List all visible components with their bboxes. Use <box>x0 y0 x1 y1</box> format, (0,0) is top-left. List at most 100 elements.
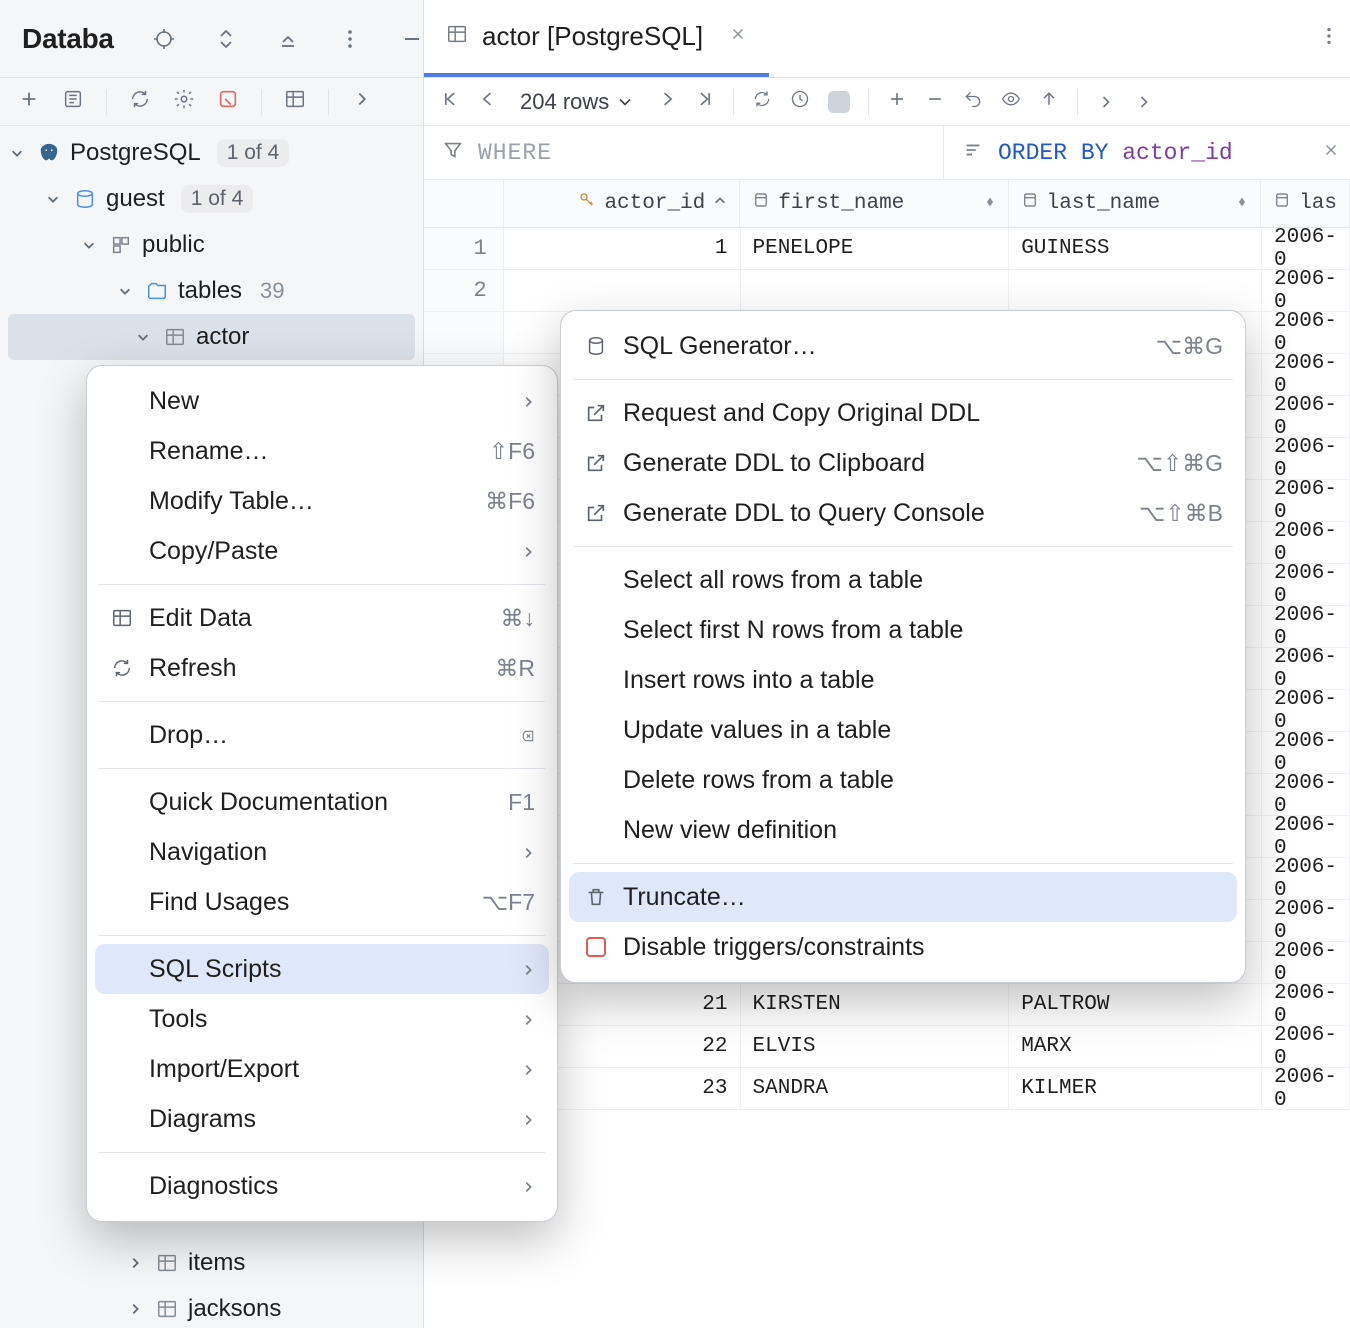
cell-last-name[interactable] <box>1009 270 1262 311</box>
where-filter[interactable]: WHERE <box>424 126 944 179</box>
rollback-icon[interactable] <box>963 89 983 115</box>
tree-table-jacksons[interactable]: jacksons <box>0 1286 281 1332</box>
submenu-select-first-n[interactable]: Select first N rows from a table <box>569 605 1237 655</box>
clear-orderby-icon[interactable] <box>1322 141 1340 165</box>
cell-first-name[interactable] <box>741 270 1010 311</box>
cell-last-update[interactable]: 2006-0 <box>1262 900 1350 941</box>
submenu-disable-triggers[interactable]: Disable triggers/constraints <box>569 922 1237 972</box>
table-row[interactable]: 21KIRSTENPALTROW2006-0 <box>424 984 1350 1026</box>
add-icon[interactable] <box>18 88 40 116</box>
cell-last-update[interactable]: 2006-0 <box>1262 1026 1350 1067</box>
menu-edit-data[interactable]: Edit Data⌘↓ <box>95 593 549 643</box>
submenu-truncate[interactable]: Truncate… <box>569 872 1237 922</box>
cell-actor-id[interactable]: 1 <box>504 228 741 269</box>
cell-last-update[interactable]: 2006-0 <box>1262 648 1350 689</box>
tree-database[interactable]: guest 1 of 4 <box>0 176 423 222</box>
cell-first-name[interactable]: ELVIS <box>741 1026 1010 1067</box>
col-last-update[interactable]: las <box>1261 180 1350 227</box>
menu-diagnostics[interactable]: Diagnostics <box>95 1161 549 1211</box>
cell-last-update[interactable]: 2006-0 <box>1262 774 1350 815</box>
menu-new[interactable]: New <box>95 376 549 426</box>
tree-table-items[interactable]: items <box>0 1240 281 1286</box>
menu-drop[interactable]: Drop… <box>95 710 549 760</box>
menu-copypaste[interactable]: Copy/Paste <box>95 526 549 576</box>
cell-last-update[interactable]: 2006-0 <box>1262 984 1350 1025</box>
table-icon[interactable] <box>284 88 306 116</box>
preview-icon[interactable] <box>1001 89 1021 115</box>
rowcount-dropdown[interactable]: 204 rows <box>516 89 639 115</box>
col-last-name[interactable]: last_name <box>1009 180 1262 227</box>
last-page-icon[interactable] <box>695 89 715 115</box>
orderby-filter[interactable]: ORDER BY actor_id <box>944 126 1350 179</box>
menu-refresh[interactable]: Refresh⌘R <box>95 643 549 693</box>
cell-last-update[interactable]: 2006-0 <box>1262 522 1350 563</box>
tree-tables-group[interactable]: tables 39 <box>0 268 423 314</box>
menu-navigation[interactable]: Navigation <box>95 827 549 877</box>
scroll-left-icon[interactable] <box>1096 92 1116 112</box>
col-first-name[interactable]: first_name <box>740 180 1008 227</box>
submenu-ddl-clipboard[interactable]: Generate DDL to Clipboard⌥⇧⌘G <box>569 438 1237 488</box>
cell-last-update[interactable]: 2006-0 <box>1262 354 1350 395</box>
corner-cell[interactable] <box>424 180 504 227</box>
cell-last-update[interactable]: 2006-0 <box>1262 732 1350 773</box>
expand-collapse-icon[interactable] <box>214 27 238 51</box>
menu-sql-scripts[interactable]: SQL Scripts <box>95 944 549 994</box>
gear-icon[interactable] <box>173 88 195 116</box>
submenu-sql-generator[interactable]: SQL Generator…⌥⌘G <box>569 321 1237 371</box>
query-console-icon[interactable] <box>62 88 84 116</box>
stop-button[interactable] <box>828 91 850 113</box>
cell-last-update[interactable]: 2006-0 <box>1262 606 1350 647</box>
cell-last-update[interactable]: 2006-0 <box>1262 816 1350 857</box>
more-icon[interactable] <box>338 27 362 51</box>
cell-last-name[interactable]: GUINESS <box>1009 228 1262 269</box>
reload-icon[interactable] <box>752 89 772 115</box>
more-icon[interactable] <box>1318 25 1340 53</box>
cell-last-update[interactable]: 2006-0 <box>1262 1068 1350 1109</box>
menu-import-export[interactable]: Import/Export <box>95 1044 549 1094</box>
close-panel-icon[interactable] <box>276 27 300 51</box>
submenu-delete[interactable]: Delete rows from a table <box>569 755 1237 805</box>
cell-first-name[interactable]: PENELOPE <box>741 228 1010 269</box>
submenu-ddl-console[interactable]: Generate DDL to Query Console⌥⇧⌘B <box>569 488 1237 538</box>
cell-last-name[interactable]: KILMER <box>1009 1068 1262 1109</box>
cell-first-name[interactable]: KIRSTEN <box>741 984 1010 1025</box>
cell-actor-id[interactable] <box>504 270 741 311</box>
cell-last-update[interactable]: 2006-0 <box>1262 312 1350 353</box>
tree-schema[interactable]: public <box>0 222 423 268</box>
cell-last-update[interactable]: 2006-0 <box>1262 270 1350 311</box>
minimize-icon[interactable] <box>400 27 424 51</box>
first-page-icon[interactable] <box>440 89 460 115</box>
submit-icon[interactable] <box>1039 89 1059 115</box>
stop-icon[interactable] <box>217 88 239 116</box>
chevron-right-icon[interactable] <box>351 88 373 116</box>
clock-icon[interactable] <box>790 89 810 115</box>
target-icon[interactable] <box>152 27 176 51</box>
menu-diagrams[interactable]: Diagrams <box>95 1094 549 1144</box>
cell-last-update[interactable]: 2006-0 <box>1262 438 1350 479</box>
submenu-update[interactable]: Update values in a table <box>569 705 1237 755</box>
submenu-view[interactable]: New view definition <box>569 805 1237 855</box>
next-page-icon[interactable] <box>657 89 677 115</box>
editor-tab[interactable]: actor [PostgreSQL] <box>424 0 769 77</box>
table-row[interactable]: 2323SANDRAKILMER2006-0 <box>424 1068 1350 1110</box>
col-actor-id[interactable]: actor_id <box>504 180 741 227</box>
submenu-insert[interactable]: Insert rows into a table <box>569 655 1237 705</box>
add-row-icon[interactable] <box>887 89 907 115</box>
menu-find-usages[interactable]: Find Usages⌥F7 <box>95 877 549 927</box>
cell-last-update[interactable]: 2006-0 <box>1262 480 1350 521</box>
submenu-select-all[interactable]: Select all rows from a table <box>569 555 1237 605</box>
cell-last-name[interactable]: MARX <box>1009 1026 1262 1067</box>
cell-last-update[interactable]: 2006-0 <box>1262 396 1350 437</box>
cell-last-update[interactable]: 2006-0 <box>1262 228 1350 269</box>
cell-last-update[interactable]: 2006-0 <box>1262 564 1350 605</box>
refresh-icon[interactable] <box>129 88 151 116</box>
table-row[interactable]: 11PENELOPEGUINESS2006-0 <box>424 228 1350 270</box>
cell-last-update[interactable]: 2006-0 <box>1262 690 1350 731</box>
cell-first-name[interactable]: SANDRA <box>741 1068 1010 1109</box>
table-row[interactable]: 22006-0 <box>424 270 1350 312</box>
scroll-right-icon[interactable] <box>1134 92 1154 112</box>
menu-tools[interactable]: Tools <box>95 994 549 1044</box>
prev-page-icon[interactable] <box>478 89 498 115</box>
menu-rename[interactable]: Rename…⇧F6 <box>95 426 549 476</box>
cell-last-update[interactable]: 2006-0 <box>1262 858 1350 899</box>
